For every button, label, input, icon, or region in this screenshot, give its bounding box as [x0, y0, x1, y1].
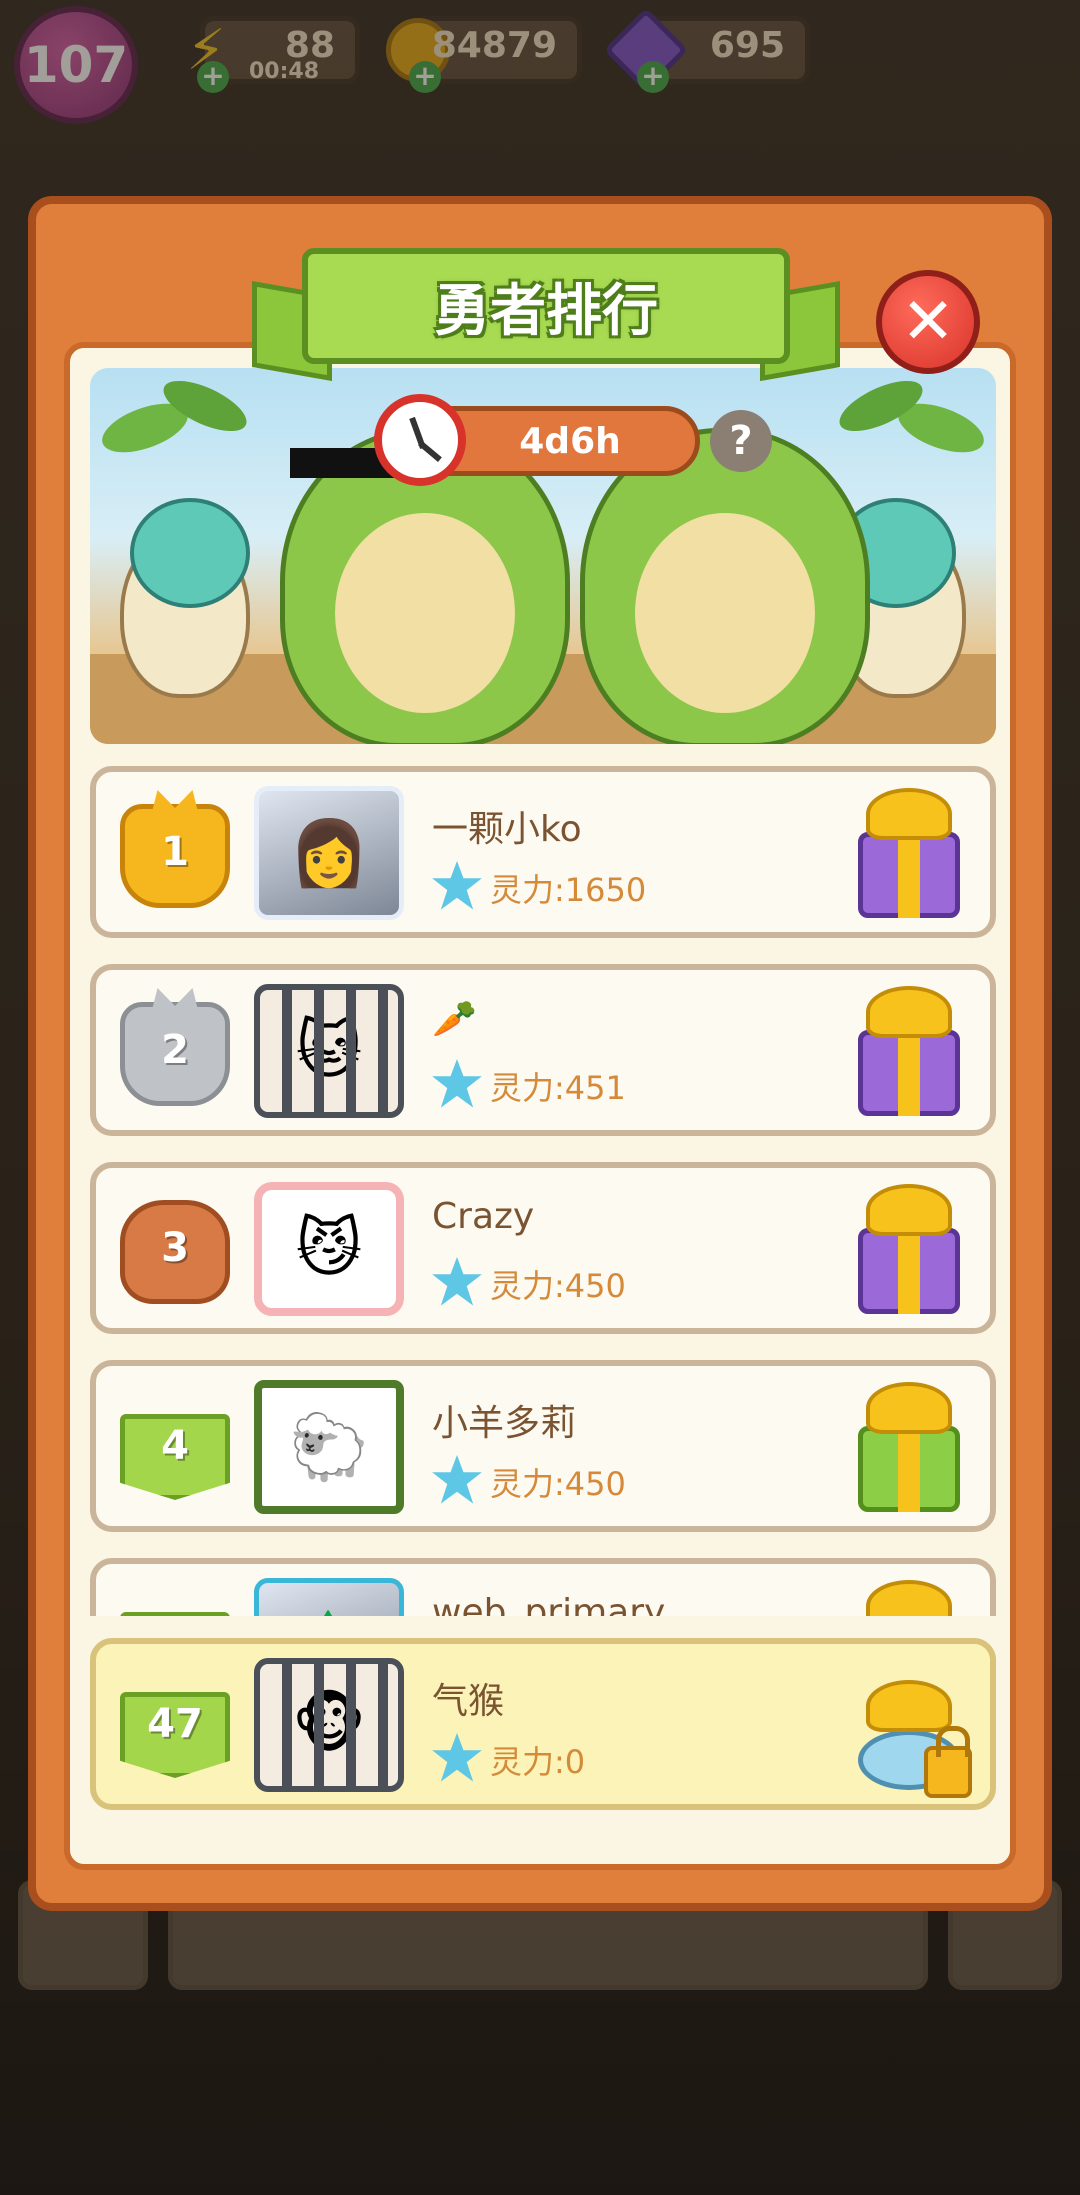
rank-number: 2 — [161, 1027, 189, 1073]
spirit-star-icon — [432, 1733, 482, 1782]
player-name: web_primary — [432, 1592, 666, 1616]
clock-icon — [374, 394, 466, 486]
gem-pill[interactable]: + 695 — [603, 7, 810, 93]
title-ribbon: 勇者排行 — [252, 248, 840, 382]
avatar-photo-icon: 👩 — [289, 816, 369, 891]
avatar-photo-icon: 🌲 — [289, 1608, 369, 1617]
ranking-row[interactable]: 2 🐱 🥕 灵力:451 — [90, 964, 996, 1136]
energy-timer: 00:48 — [249, 59, 320, 84]
title-banner: 勇者排行 — [302, 248, 790, 364]
gift-box-icon[interactable] — [854, 1580, 964, 1616]
spirit-value: 灵力:451 — [490, 1069, 626, 1107]
player-name: 一颗小ko — [432, 809, 582, 850]
avatar[interactable]: 😼 — [254, 1182, 404, 1316]
event-banner: 4d6h ? — [90, 368, 996, 744]
ranking-list[interactable]: 1 👩 一颗小ko 灵力:1650 2 🐱 🥕 — [90, 766, 996, 1616]
add-energy-icon[interactable]: + — [197, 61, 229, 93]
my-rank-row[interactable]: 47 🐵 气猴 灵力:0 — [90, 1638, 996, 1810]
help-icon[interactable]: ? — [710, 410, 772, 472]
top-hud: 107 ⚡ + 88 00:48 + 84879 + 695 — [0, 0, 1080, 124]
spirit-star-icon — [432, 1059, 482, 1108]
level-number: 107 — [23, 36, 129, 94]
spirit-star-icon — [432, 1257, 482, 1306]
energy-pill[interactable]: ⚡ + 88 00:48 — [186, 16, 360, 93]
player-name: Crazy — [432, 1196, 535, 1237]
avatar-sheep-icon: 🐑 — [289, 1410, 369, 1485]
my-spirit-power: 灵力:0 — [430, 1732, 585, 1788]
player-name: 小羊多莉 — [432, 1403, 577, 1444]
my-spirit-value: 灵力:0 — [490, 1743, 586, 1781]
spirit-power: 灵力:1650 — [430, 860, 646, 916]
leaderboard-modal: 勇者排行 ✕ 4d6h ? 1 👩 一颗小ko 灵力:1650 2 🥕 灵力:4… — [28, 196, 1052, 1911]
green-banner-medal-icon: 4 — [116, 1384, 234, 1508]
spirit-star-icon — [432, 861, 482, 910]
spirit-value: 灵力:1650 — [490, 871, 647, 909]
avatar[interactable]: 🌲 — [254, 1578, 404, 1616]
my-rank-row-container: 47 🐵 气猴 灵力:0 — [90, 1638, 996, 1814]
gift-box-icon[interactable] — [854, 986, 964, 1116]
gift-box-icon[interactable] — [854, 1382, 964, 1512]
gift-box-icon[interactable] — [854, 788, 964, 918]
countdown-text: 4d6h — [519, 420, 621, 462]
gold-crown-medal-icon: 1 — [116, 790, 234, 914]
bronze-medal-icon: 3 — [116, 1186, 234, 1310]
player-name: 🥕 — [432, 999, 477, 1040]
green-banner-medal-icon: 47 — [116, 1662, 234, 1786]
close-icon: ✕ — [901, 285, 955, 359]
coin-pill[interactable]: + 84879 — [386, 16, 582, 93]
spirit-power: 灵力:451 — [430, 1058, 626, 1114]
rank-number: 1 — [161, 829, 189, 875]
rank-number: 4 — [161, 1423, 189, 1469]
green-banner-medal-icon — [116, 1582, 234, 1616]
avatar[interactable]: 👩 — [254, 786, 404, 920]
lock-icon — [924, 1726, 972, 1798]
rank-number: 3 — [161, 1225, 189, 1271]
gift-box-icon[interactable] — [854, 1184, 964, 1314]
spirit-power: 灵力:450 — [430, 1256, 626, 1312]
locked-gift-icon[interactable] — [854, 1660, 972, 1798]
modal-title: 勇者排行 — [434, 278, 658, 344]
spirit-value: 灵力:450 — [490, 1465, 626, 1503]
gem-value: 695 — [709, 25, 785, 66]
ranking-row[interactable]: 1 👩 一颗小ko 灵力:1650 — [90, 766, 996, 938]
my-rank-number: 47 — [147, 1701, 203, 1747]
level-badge[interactable]: 107 — [14, 6, 138, 124]
spirit-power: 灵力:450 — [430, 1454, 626, 1510]
baby-dragon-left — [130, 498, 250, 608]
help-label: ? — [729, 418, 753, 464]
ranking-row[interactable]: 🌲 web_primary — [90, 1558, 996, 1616]
my-name: 气猴 — [432, 1681, 505, 1722]
close-button[interactable]: ✕ — [876, 270, 980, 374]
my-avatar[interactable]: 🐵 — [254, 1658, 404, 1792]
coin-value: 84879 — [431, 25, 557, 66]
avatar-cat-photo-icon: 😼 — [295, 1212, 363, 1286]
silver-crown-medal-icon: 2 — [116, 988, 234, 1112]
modal-content: 4d6h ? 1 👩 一颗小ko 灵力:1650 2 🥕 灵力:451 3 😼 … — [64, 342, 1016, 1870]
ranking-row[interactable]: 4 🐑 小羊多莉 灵力:450 — [90, 1360, 996, 1532]
ranking-row[interactable]: 3 😼 Crazy 灵力:450 — [90, 1162, 996, 1334]
spirit-star-icon — [432, 1455, 482, 1504]
avatar[interactable]: 🐱 — [254, 984, 404, 1118]
spirit-value: 灵力:450 — [490, 1267, 626, 1305]
avatar[interactable]: 🐑 — [254, 1380, 404, 1514]
add-gems-icon[interactable]: + — [637, 61, 669, 93]
